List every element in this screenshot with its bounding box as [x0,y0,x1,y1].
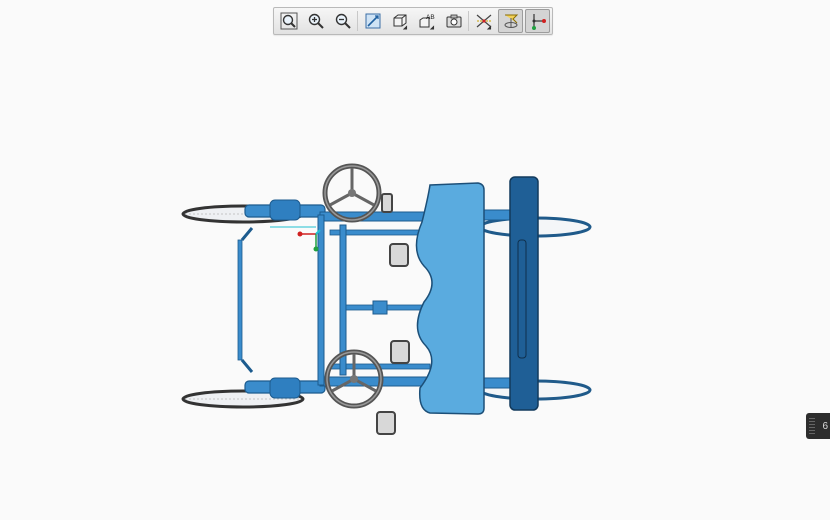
coordinate-system [270,226,321,252]
repaint-button[interactable] [360,9,385,33]
zoom-fit-icon [280,12,297,30]
side-panel-tab[interactable]: 6 [806,413,830,439]
tandem-bike-model [181,163,592,435]
seat-bench [415,182,485,415]
datum-display-button[interactable] [471,9,496,33]
zoom-in-button[interactable] [303,9,328,33]
display-style-button[interactable] [387,9,412,33]
csys-display-button[interactable] [525,9,550,33]
grip-icon [809,418,815,434]
named-views-button[interactable]: AB [414,9,439,33]
repaint-icon [365,13,380,29]
graphics-toolbar: AB [273,7,553,35]
zoom-out-button[interactable] [330,9,355,33]
toolbar-separator [357,11,358,31]
front-handlebar-panel [509,176,539,411]
zoom-out-icon [335,13,351,29]
zoom-fit-button[interactable] [276,9,301,33]
model-viewport[interactable] [0,40,830,520]
ab-label: AB [426,14,435,21]
saved-orientation-button[interactable] [441,9,466,33]
spin-center-icon [504,14,518,28]
side-panel-tab-label: 6 [822,420,828,432]
zoom-in-icon [308,13,324,29]
saved-orientation-icon [446,14,461,28]
csys-display-icon [531,14,546,30]
toolbar-separator [468,11,469,31]
spin-center-button[interactable] [498,9,523,33]
